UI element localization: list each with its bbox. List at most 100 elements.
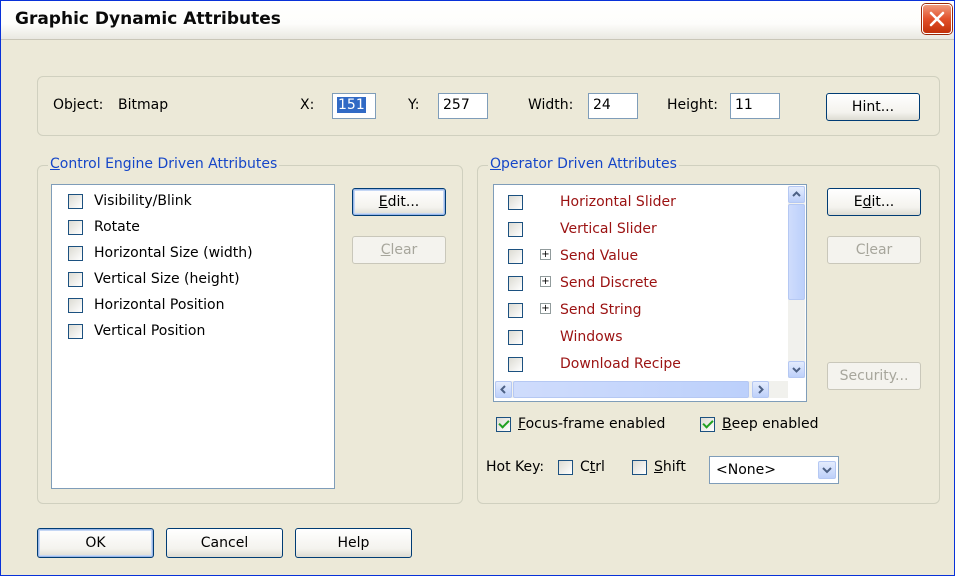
hotkey-dropdown-button[interactable]: [818, 461, 836, 479]
x-field[interactable]: 151: [332, 93, 376, 119]
checkbox[interactable]: [68, 298, 83, 313]
operator-edit-button[interactable]: Edit...: [827, 188, 921, 216]
chevron-down-icon: [822, 467, 832, 474]
height-field[interactable]: 11: [730, 93, 780, 119]
close-icon: [929, 11, 945, 27]
checkbox[interactable]: [508, 195, 523, 210]
checkbox[interactable]: [508, 222, 523, 237]
help-button[interactable]: Help: [295, 528, 412, 558]
scroll-down-button[interactable]: [788, 361, 805, 378]
object-label: Object:: [53, 97, 104, 113]
operator-item-label: Vertical Slider: [560, 221, 657, 237]
chevron-left-icon: [500, 385, 506, 394]
plus-icon[interactable]: +: [540, 249, 551, 260]
object-value: Bitmap: [118, 97, 169, 113]
operator-driven-group-title: Operator Driven Attributes: [488, 156, 679, 172]
control-item-label: Visibility/Blink: [94, 193, 192, 209]
operator-item-label: Send String: [560, 302, 642, 318]
close-button[interactable]: [922, 4, 952, 34]
operator-item-label: Send Value: [560, 248, 639, 264]
chevron-right-icon: [758, 385, 764, 394]
checkbox[interactable]: [68, 272, 83, 287]
operator-item-send-discrete[interactable]: + Send Discrete: [504, 273, 774, 297]
operator-item-label: Horizontal Slider: [560, 194, 676, 210]
control-item-label: Horizontal Position: [94, 297, 225, 313]
control-engine-group-title: Control Engine Driven Attributes: [48, 156, 280, 172]
operator-driven-group: Operator Driven Attributes Horizontal Sl…: [477, 156, 940, 504]
operator-item-send-value[interactable]: + Send Value: [504, 246, 774, 270]
checkbox[interactable]: [558, 460, 573, 475]
scroll-up-button[interactable]: [788, 186, 805, 203]
operator-item-label: Download Recipe: [560, 356, 681, 372]
height-label: Height:: [667, 97, 718, 113]
operator-item-windows[interactable]: Windows: [504, 327, 774, 351]
y-field[interactable]: 257: [438, 93, 488, 119]
operator-item-send-string[interactable]: + Send String: [504, 300, 774, 324]
checkbox[interactable]: [508, 249, 523, 264]
checkbox[interactable]: [508, 276, 523, 291]
horizontal-scroll-thumb[interactable]: [513, 381, 749, 398]
shift-checkbox[interactable]: Shift: [620, 457, 690, 481]
chevron-up-icon: [792, 191, 801, 197]
chevron-down-icon: [792, 367, 801, 373]
control-clear-button[interactable]: Clear: [352, 236, 446, 264]
beep-enabled-label: Beep enabled: [722, 416, 819, 432]
checkbox[interactable]: [68, 220, 83, 235]
security-button[interactable]: Security...: [827, 362, 921, 390]
focus-frame-checkbox[interactable]: Focus-frame enabled: [494, 414, 694, 438]
operator-item-vertical-slider[interactable]: Vertical Slider: [504, 219, 774, 243]
checkbox[interactable]: [508, 303, 523, 318]
operator-item-download-recipe[interactable]: Download Recipe: [504, 354, 774, 378]
shift-label: Shift: [654, 459, 686, 475]
plus-icon[interactable]: +: [540, 303, 551, 314]
checkbox[interactable]: [68, 194, 83, 209]
control-engine-group: Control Engine Driven Attributes Visibil…: [37, 156, 463, 504]
control-attributes-list[interactable]: Visibility/Blink Rotate Horizontal Size …: [51, 184, 335, 489]
object-info-group: Object: Bitmap X: 151 Y: 257 Width: 24 H…: [37, 76, 940, 136]
operator-item-label: Windows: [560, 329, 623, 345]
y-label: Y:: [408, 97, 420, 113]
x-label: X:: [300, 97, 315, 113]
control-item-label: Vertical Size (height): [94, 271, 240, 287]
vertical-scrollbar[interactable]: [788, 186, 805, 378]
control-item-vertical-position[interactable]: Vertical Position: [62, 321, 322, 345]
vertical-scroll-thumb[interactable]: [788, 204, 805, 300]
control-item-label: Horizontal Size (width): [94, 245, 253, 261]
control-item-horizontal-position[interactable]: Horizontal Position: [62, 295, 322, 319]
scroll-left-button[interactable]: [495, 381, 512, 398]
ctrl-checkbox[interactable]: Ctrl: [558, 457, 620, 481]
cancel-button[interactable]: Cancel: [166, 528, 283, 558]
check-icon[interactable]: [496, 417, 511, 432]
control-item-vertical-size[interactable]: Vertical Size (height): [62, 269, 322, 293]
operator-clear-button[interactable]: Clear: [827, 236, 921, 264]
horizontal-scrollbar[interactable]: [495, 381, 788, 398]
checkbox[interactable]: [632, 460, 647, 475]
beep-enabled-checkbox[interactable]: Beep enabled: [698, 414, 838, 438]
scroll-right-button[interactable]: [752, 381, 769, 398]
checkbox[interactable]: [508, 357, 523, 372]
dialog-window: Graphic Dynamic Attributes Object: Bitma…: [0, 0, 955, 576]
window-title: Graphic Dynamic Attributes: [15, 9, 281, 29]
check-icon[interactable]: [700, 417, 715, 432]
hint-button[interactable]: Hint...: [826, 93, 920, 121]
ok-button[interactable]: OK: [37, 528, 154, 558]
control-item-visibility-blink[interactable]: Visibility/Blink: [62, 191, 322, 215]
hotkey-select-value: <None>: [716, 462, 776, 478]
hotkey-label: Hot Key:: [486, 459, 545, 475]
control-item-label: Vertical Position: [94, 323, 206, 339]
focus-frame-label: Focus-frame enabled: [518, 416, 666, 432]
hotkey-select[interactable]: <None>: [709, 456, 839, 484]
plus-icon[interactable]: +: [540, 276, 551, 287]
checkbox[interactable]: [68, 324, 83, 339]
operator-item-horizontal-slider[interactable]: Horizontal Slider: [504, 192, 774, 216]
operator-attributes-list[interactable]: Horizontal Slider Vertical Slider + Send…: [493, 184, 807, 402]
checkbox[interactable]: [68, 246, 83, 261]
checkbox[interactable]: [508, 330, 523, 345]
control-item-rotate[interactable]: Rotate: [62, 217, 322, 241]
operator-item-label: Send Discrete: [560, 275, 658, 291]
control-edit-button[interactable]: Edit...: [352, 188, 446, 216]
width-field[interactable]: 24: [588, 93, 638, 119]
title-bar: Graphic Dynamic Attributes: [1, 1, 954, 40]
ctrl-label: Ctrl: [580, 459, 605, 475]
control-item-horizontal-size[interactable]: Horizontal Size (width): [62, 243, 322, 267]
